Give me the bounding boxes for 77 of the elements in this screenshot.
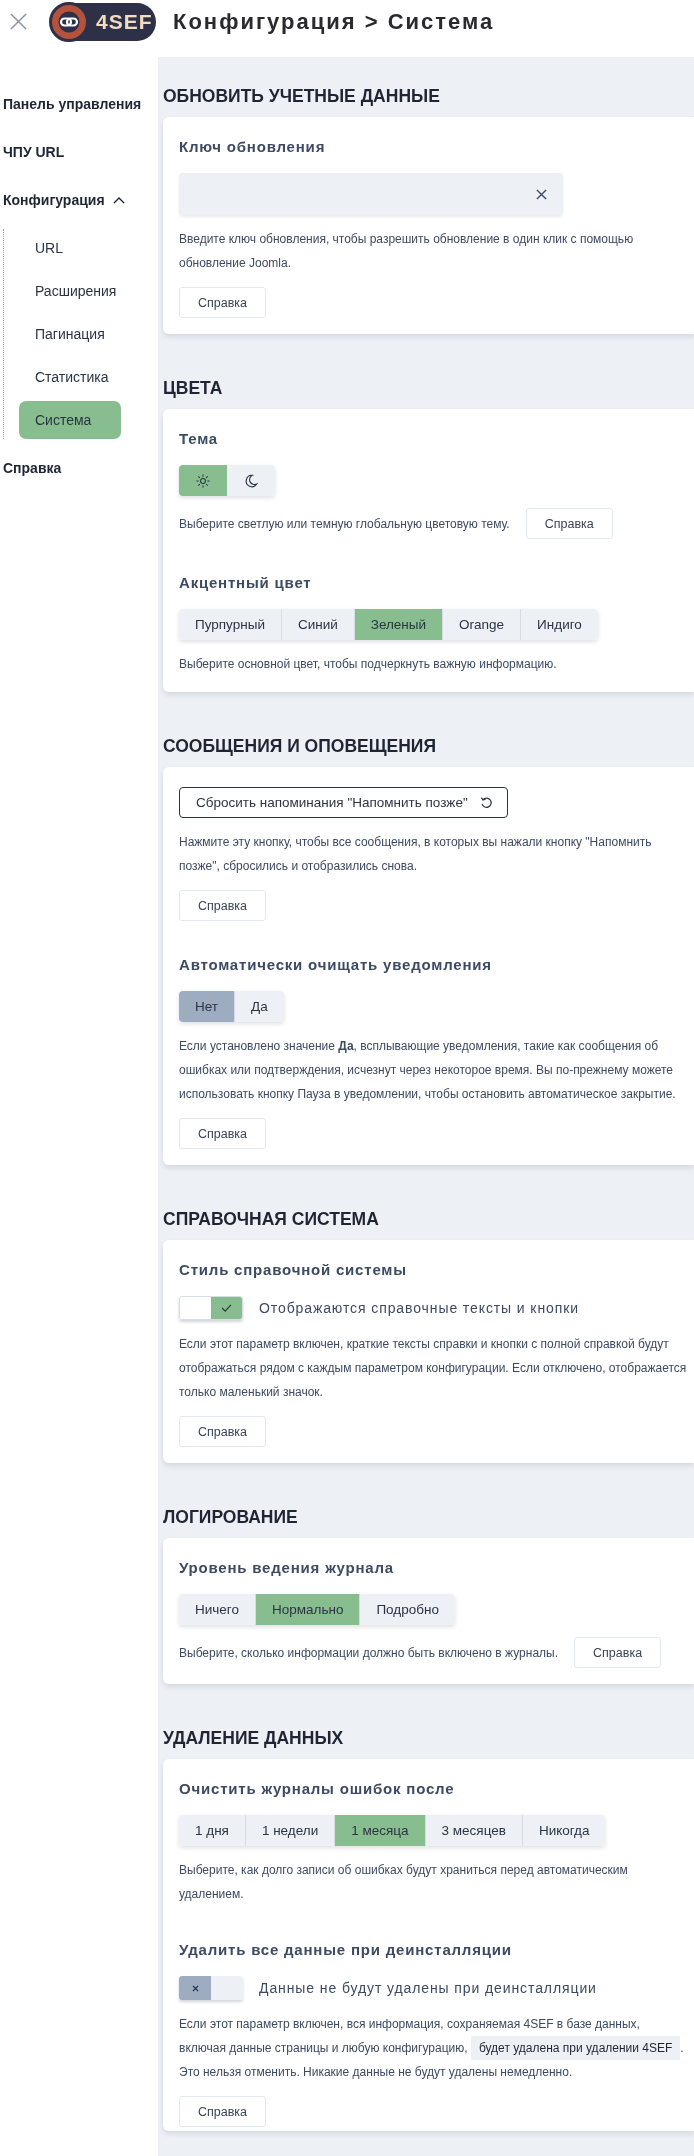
close-icon[interactable] <box>10 13 27 30</box>
option-button[interactable]: Ничего <box>179 1594 255 1625</box>
field-label: Уровень ведения журнала <box>179 1558 394 1578</box>
field-label: Акцентный цвет <box>179 573 312 593</box>
sidebar-subitem[interactable]: Статистика <box>19 358 121 396</box>
help-button[interactable]: Справка <box>574 1637 662 1668</box>
toggle-label: Данные не будут удалены при деинсталляции <box>259 1980 597 1996</box>
field-description: Если этот параметр включен, краткие тексты справки и кнопки с полной справкой будут отображаться рядом с каждым параметром конфигурации. Если отключено, отображается только маленький значок. <box>179 1336 688 1401</box>
cross-icon <box>191 1984 199 1992</box>
light-theme-button[interactable] <box>179 465 227 496</box>
section-heading: СООБЩЕНИЯ И ОПОВЕЩЕНИЯ <box>163 735 438 757</box>
field-label: Ключ обновления <box>179 137 326 157</box>
section-heading: ЛОГИРОВАНИЕ <box>163 1506 299 1528</box>
field-label: Автоматически очищать уведомления <box>179 955 492 975</box>
field-label: Удалить все данные при деинсталляции <box>179 1940 512 1960</box>
option-button[interactable]: Синий <box>280 609 354 640</box>
reset-button[interactable]: Сбросить напоминания "Напомнить позже" <box>179 787 508 818</box>
help-button[interactable]: Справка <box>179 1118 267 1149</box>
field-description: Выберите основной цвет, чтобы подчеркнуть важную информацию. <box>179 656 557 673</box>
toggle-switch[interactable] <box>179 1976 243 2000</box>
help-button[interactable]: Справка <box>179 287 267 318</box>
help-button[interactable]: Справка <box>179 890 267 921</box>
sidebar-item[interactable]: Конфигурация <box>0 176 125 224</box>
help-button[interactable]: Справка <box>179 2096 267 2127</box>
segmented-control[interactable]: Пурпурный Синий Зеленый Orange Индиго <box>179 609 598 640</box>
field-description: Выберите, сколько информации должно быть включено в журналы. <box>179 1644 559 1662</box>
option-button[interactable]: 1 недели <box>244 1815 335 1846</box>
field-description: Если этот параметр включен, вся информация, сохраняемая 4SEF в базе данных, включая данные страницы и любую конфигурацию, будет удалена при удалении 4SEF . Это нельзя отменить. Никакие данные не будут удалены немедленно. <box>179 2016 685 2081</box>
option-button[interactable]: Orange <box>442 609 521 640</box>
option-button[interactable]: Никогда <box>521 1815 606 1846</box>
segmented-control[interactable]: 1 дня 1 недели 1 месяца 3 месяцев Никогда <box>179 1815 606 1846</box>
sidebar-subitem[interactable]: Пагинация <box>19 315 121 353</box>
option-button[interactable]: Подробно <box>359 1594 455 1625</box>
segmented-control[interactable]: Нет Да <box>179 991 284 1022</box>
logo-text: 4SEF <box>96 9 153 34</box>
field-label: Стиль справочной системы <box>179 1260 407 1280</box>
option-button[interactable]: Зеленый <box>353 609 443 640</box>
moon-icon <box>244 473 258 488</box>
section-heading: ЦВЕТА <box>163 377 224 399</box>
field-label: Тема <box>179 429 218 449</box>
option-button[interactable]: Да <box>234 991 284 1022</box>
sun-icon <box>196 473 210 488</box>
field-label: Очистить журналы ошибок после <box>179 1779 455 1799</box>
sidebar-subitem[interactable]: Система <box>19 401 121 439</box>
section-heading: УДАЛЕНИЕ ДАННЫХ <box>163 1727 345 1749</box>
field-description: Выберите светлую или темную глобальную цветовую тему. <box>179 515 510 533</box>
chevron-up-icon[interactable] <box>112 196 125 204</box>
input-field[interactable] <box>179 173 563 215</box>
option-button[interactable]: Нет <box>179 991 234 1022</box>
help-button[interactable]: Справка <box>179 1416 267 1447</box>
sidebar-item[interactable]: Панель управления <box>0 80 142 128</box>
dark-theme-button[interactable] <box>227 465 275 496</box>
option-button[interactable]: 3 месяцев <box>424 1815 522 1846</box>
sidebar-subitem[interactable]: Расширения <box>19 272 121 310</box>
sidebar-item[interactable]: Справка <box>0 444 62 492</box>
sidebar-subitem[interactable]: URL <box>19 229 121 267</box>
segmented-control[interactable]: Ничего Нормально Подробно <box>179 1594 455 1625</box>
field-description: Введите ключ обновления, чтобы разрешить обновление в один клик с помощью обновление Joomla. <box>179 231 635 272</box>
help-button[interactable]: Справка <box>525 508 613 539</box>
sidebar-item[interactable]: ЧПУ URL <box>0 128 65 176</box>
field-description: Выберите, как долго записи об ошибках будут храниться перед автоматическим удалением. <box>179 1862 629 1903</box>
option-button[interactable]: Индиго <box>520 609 598 640</box>
field-description: Если установлено значение Да, всплывающие уведомления, такие как сообщения об ошибках или подтверждения, исчезнут через некоторое время. Вы по-прежнему можете использовать кнопку Пауза в уведомлении, чтобы остановить автоматическое закрытие. <box>179 1038 677 1103</box>
clear-icon[interactable] <box>536 188 547 200</box>
option-button[interactable]: 1 месяца <box>334 1815 425 1846</box>
field-description: Нажмите эту кнопку, чтобы все сообщения, в которых вы нажали кнопку "Напомнить позже", сбросились и отобразились снова. <box>179 834 653 875</box>
option-button[interactable]: Нормально <box>254 1594 360 1625</box>
theme-switch[interactable] <box>179 465 275 496</box>
option-button[interactable]: 1 дня <box>179 1815 245 1846</box>
check-icon <box>221 1304 232 1312</box>
toggle-label: Отображаются справочные тексты и кнопки <box>259 1300 579 1316</box>
option-button[interactable]: Пурпурный <box>179 609 281 640</box>
section-heading: ОБНОВИТЬ УЧЕТНЫЕ ДАННЫЕ <box>163 85 441 107</box>
refresh-icon <box>479 796 493 809</box>
page-title: Конфигурация > Система <box>173 8 495 35</box>
toggle-switch[interactable] <box>179 1296 243 1320</box>
section-heading: СПРАВОЧНАЯ СИСТЕМА <box>163 1208 380 1230</box>
